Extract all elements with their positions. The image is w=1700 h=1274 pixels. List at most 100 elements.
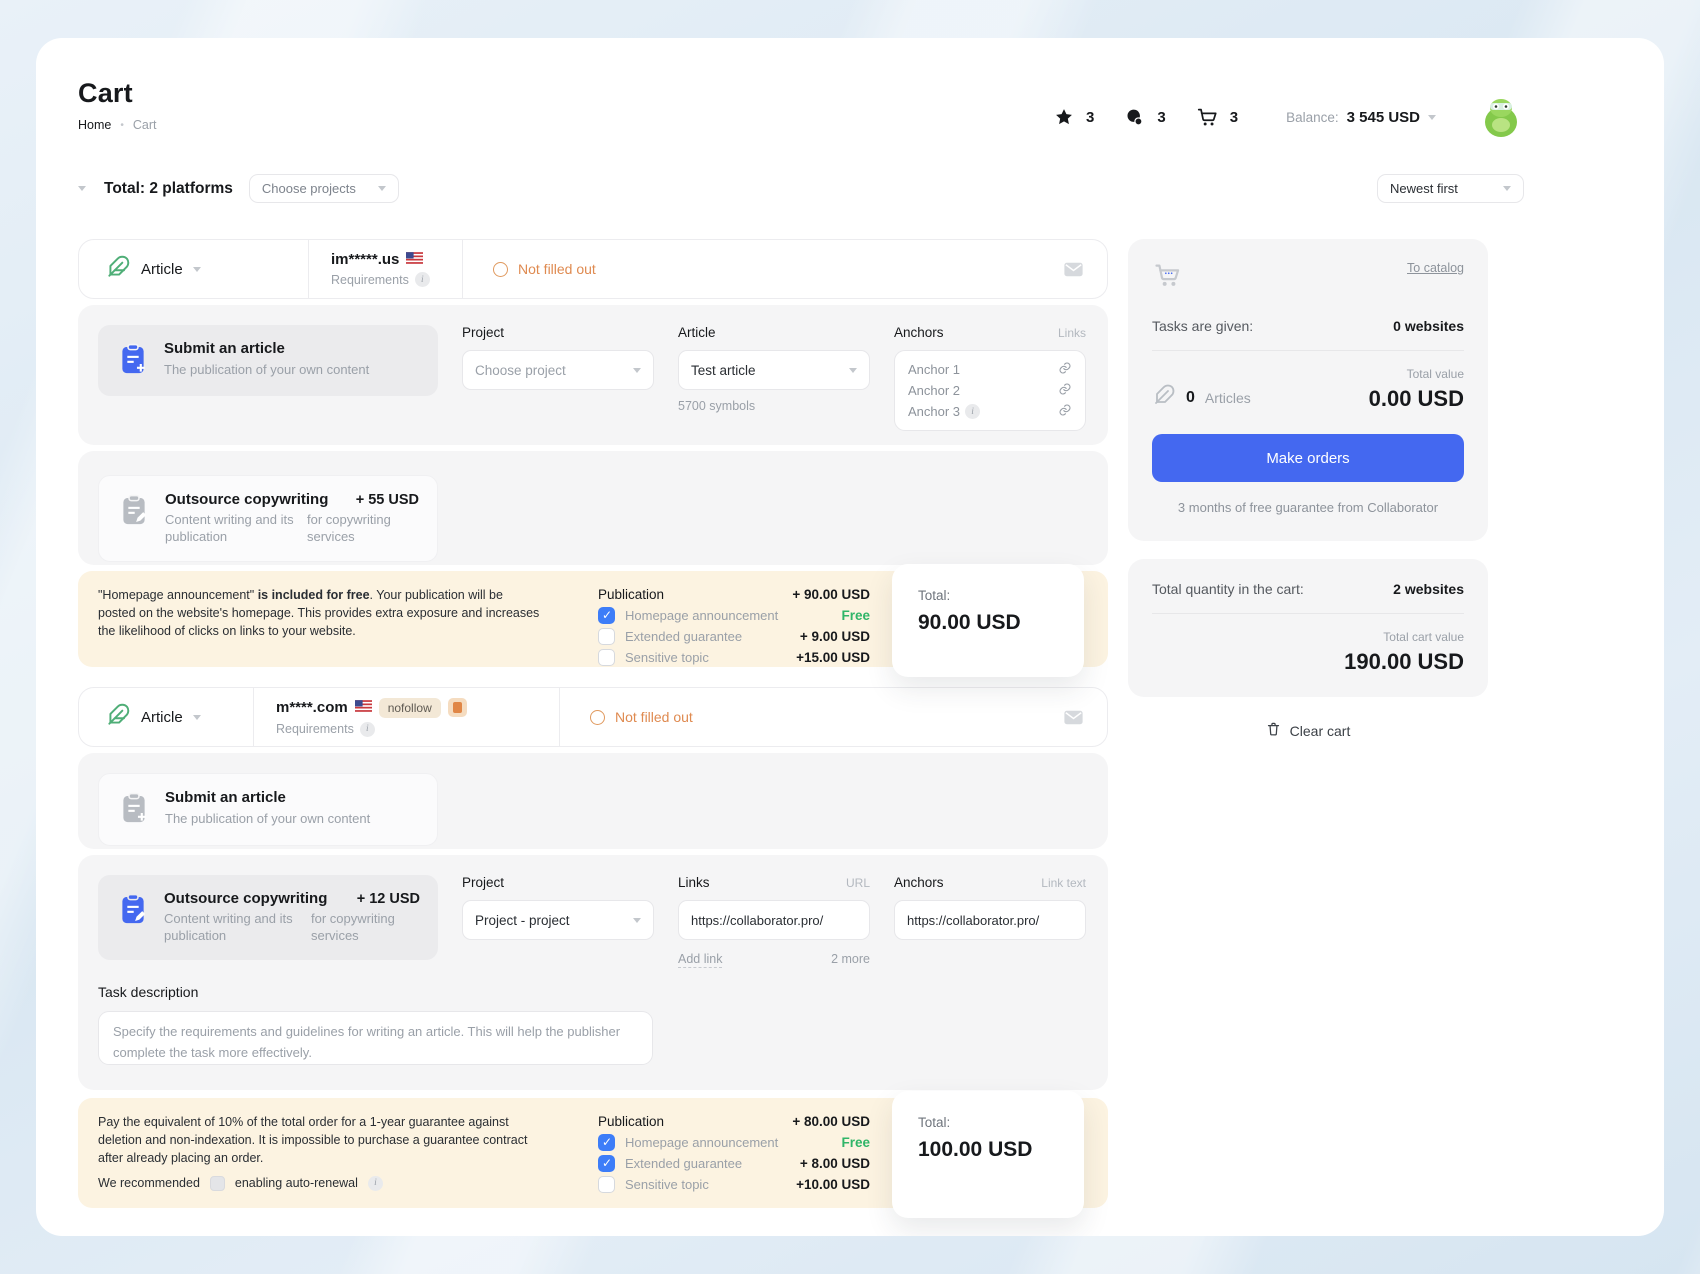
info-icon[interactable]: i [415, 272, 430, 287]
link-icon[interactable] [1058, 382, 1072, 399]
option-row: Extended guarantee + 8.00 USD [598, 1153, 870, 1174]
anchor-row[interactable]: Anchor 1 [908, 359, 1072, 380]
url-sublabel: URL [846, 876, 870, 890]
outsource-copywriting-tile[interactable]: Outsource copywriting + 12 USD Content w… [98, 875, 438, 960]
project-select[interactable]: Project - project [462, 900, 654, 940]
homepage-announcement-checkbox[interactable] [598, 607, 615, 624]
article-select[interactable]: Test article [678, 350, 870, 390]
to-catalog-link[interactable]: To catalog [1407, 261, 1464, 275]
feather-icon [105, 254, 131, 285]
anchor-row[interactable]: Anchor 2 [908, 380, 1072, 401]
outsource-copywriting-tile[interactable]: Outsource copywriting + 55 USD Content w… [98, 475, 438, 562]
link-url-input[interactable] [678, 900, 870, 940]
messages-count: 3 [1157, 109, 1165, 126]
outsource-subtitle: Content writing and its publication [165, 512, 295, 546]
homepage-announcement-checkbox[interactable] [598, 1134, 615, 1151]
add-link-button[interactable]: Add link [678, 952, 722, 968]
info-icon[interactable]: i [368, 1176, 383, 1191]
project-label: Project [462, 325, 654, 340]
balance[interactable]: Balance: 3 545 USD [1286, 109, 1436, 126]
platform2-type-dropdown[interactable]: Article [79, 702, 253, 733]
link-icon[interactable] [1058, 403, 1072, 420]
star-icon [1054, 107, 1074, 127]
breadcrumb-separator: • [120, 120, 124, 131]
platform2-type-label: Article [141, 709, 183, 726]
anchors-label: Anchors [894, 325, 944, 340]
status-text: Not filled out [518, 261, 596, 277]
total-value-label: Total value [1369, 367, 1464, 381]
anchor-text: Anchor 3 [908, 404, 960, 419]
symbols-hint: 5700 symbols [678, 399, 870, 413]
option-price: +10.00 USD [796, 1177, 870, 1192]
collapse-chevron-icon[interactable] [78, 186, 86, 191]
note-badge-icon[interactable] [448, 698, 467, 717]
more-links-label: 2 more [831, 952, 870, 968]
tasks-given-value: 0 websites [1393, 318, 1464, 334]
info-icon[interactable]: i [965, 404, 980, 419]
recommend-prefix: We recommended [98, 1174, 200, 1192]
guarantee-text: Pay the equivalent of 10% of the total o… [98, 1115, 527, 1165]
anchors-list[interactable]: Anchor 1 Anchor 2 Anchor 3 i [894, 350, 1086, 431]
envelope-icon[interactable] [1062, 706, 1085, 729]
platform1-total-card: Total: 90.00 USD [892, 564, 1084, 677]
platform1-outsource-block: Outsource copywriting + 55 USD Content w… [78, 451, 1108, 565]
platforms-total: Total: 2 platforms [104, 180, 233, 198]
top-actions: 3 3 3 Balance: 3 545 USD [1054, 94, 1524, 140]
promo-text: "Homepage announcement" is included for … [98, 586, 543, 652]
project-value: Project - project [475, 913, 570, 928]
choose-projects-select[interactable]: Choose projects [249, 174, 399, 203]
chevron-down-icon [849, 368, 857, 373]
option-label: Sensitive topic [625, 1177, 796, 1192]
avatar[interactable] [1478, 94, 1524, 140]
quantity-label: Total quantity in the cart: [1152, 581, 1304, 597]
platform1-type-dropdown[interactable]: Article [79, 254, 308, 285]
option-price: + 9.00 USD [800, 629, 870, 644]
anchor-row[interactable]: Anchor 3 i [908, 401, 1072, 422]
task-description-textarea[interactable] [98, 1011, 653, 1065]
balance-label: Balance: [1286, 110, 1339, 125]
anchor-text-input[interactable] [894, 900, 1086, 940]
favorites-counter[interactable]: 3 [1054, 107, 1094, 127]
cart-totals-card: Total quantity in the cart: 2 websites T… [1128, 559, 1488, 697]
platform2-total-card: Total: 100.00 USD [892, 1091, 1084, 1218]
tasks-given-label: Tasks are given: [1152, 318, 1253, 334]
publication-label: Publication [598, 587, 664, 602]
breadcrumb-home[interactable]: Home [78, 118, 111, 132]
cart-counter[interactable]: 3 [1196, 106, 1238, 128]
articles-count: 0 [1186, 389, 1195, 407]
platform1-publication-block: "Homepage announcement" is included for … [78, 571, 1108, 667]
make-orders-button[interactable]: Make orders [1152, 434, 1464, 482]
task-description-label: Task description [98, 984, 1088, 1000]
links-label: Links [678, 875, 710, 890]
platform1-submit-block: Submit an article The publication of you… [78, 305, 1108, 445]
anchors-label: Anchors [894, 875, 944, 890]
anchor-text: Anchor 2 [908, 383, 960, 398]
sensitive-topic-checkbox[interactable] [598, 649, 615, 666]
clipboard-plus-icon [117, 791, 151, 830]
total-value: 0.00 USD [1369, 386, 1464, 412]
submit-article-tile[interactable]: Submit an article The publication of you… [98, 773, 438, 846]
cart-icon [1152, 261, 1182, 294]
sensitive-topic-checkbox[interactable] [598, 1176, 615, 1193]
link-icon[interactable] [1058, 361, 1072, 378]
submit-article-tile[interactable]: Submit an article The publication of you… [98, 325, 438, 396]
extended-guarantee-checkbox[interactable] [598, 1155, 615, 1172]
option-label: Homepage announcement [625, 1135, 841, 1150]
publication-label: Publication [598, 1114, 664, 1129]
project-placeholder: Choose project [475, 363, 566, 378]
project-label: Project [462, 875, 654, 890]
envelope-icon[interactable] [1062, 258, 1085, 281]
extended-guarantee-checkbox[interactable] [598, 628, 615, 645]
cart-value: 190.00 USD [1152, 649, 1464, 675]
info-icon[interactable]: i [360, 722, 375, 737]
sort-select[interactable]: Newest first [1377, 174, 1524, 203]
divider [1152, 350, 1464, 351]
guarantee-note: 3 months of free guarantee from Collabor… [1152, 500, 1464, 515]
auto-renewal-checkbox[interactable] [210, 1176, 225, 1191]
nofollow-badge: nofollow [379, 698, 441, 718]
clear-cart-button[interactable]: Clear cart [1128, 721, 1488, 740]
option-row: Extended guarantee + 9.00 USD [598, 626, 870, 647]
submit-article-subtitle: The publication of your own content [164, 361, 420, 379]
project-select[interactable]: Choose project [462, 350, 654, 390]
messages-counter[interactable]: 3 [1124, 107, 1165, 128]
